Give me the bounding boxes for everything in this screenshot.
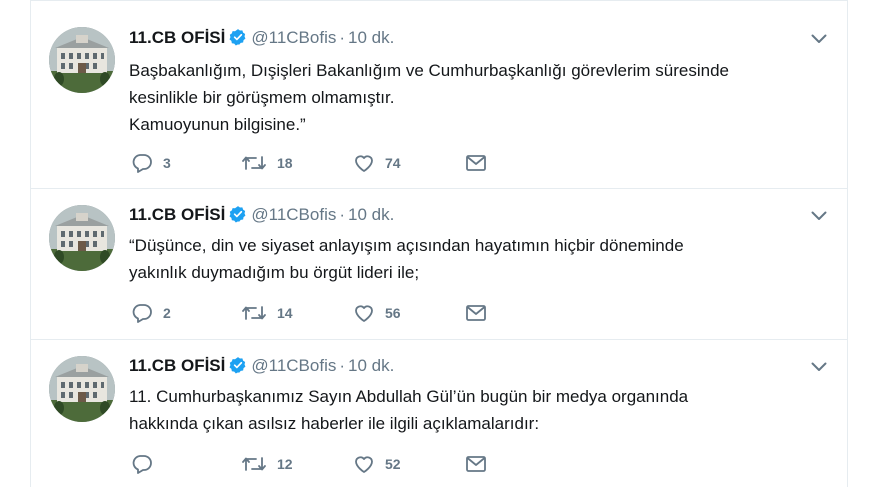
author-handle[interactable]: @11CBofis [251,356,336,375]
reply-button[interactable] [131,452,163,476]
verified-icon [229,205,247,229]
reply-icon [132,455,152,474]
separator: · [339,205,346,224]
tweet-header: 11.CB OFİSİ @11CBofis · 10 dk. [129,355,394,377]
tweet-text: 11. Cumhurbaşkanımız Sayın Abdullah Gül’… [129,383,829,437]
like-count: 56 [385,305,401,321]
tweet[interactable]: 11.CB OFİSİ @11CBofis · 10 dk. Başbakanlığı… [31,0,847,189]
timestamp[interactable]: 10 dk. [348,356,394,375]
building-avatar-icon [49,27,115,93]
tweet-header: 11.CB OFİSİ @11CBofis · 10 dk. [129,204,394,226]
direct-message-button[interactable] [465,452,487,476]
author-name[interactable]: 11.CB OFİSİ [129,205,225,224]
tweet[interactable]: 11.CB OFİSİ @11CBofis · 10 dk. “Düşünce, di… [31,189,847,340]
tweet-text-line: 11. Cumhurbaşkanımız Sayın Abdullah Gül’… [129,387,689,406]
timestamp[interactable]: 10 dk. [348,28,394,47]
tweet-text-line: Kamuoyunun bilgisine.” [129,115,306,134]
reply-button[interactable]: 2 [131,301,171,325]
author-handle[interactable]: @11CBofis [251,28,336,47]
chevron-down-icon[interactable] [811,31,827,49]
tweet-header: 11.CB OFİSİ @11CBofis · 10 dk. [129,27,394,49]
retweet-count: 14 [277,305,293,321]
tweet-text-line: yakınlık duymadığım bu örgüt lideri ile; [129,263,420,282]
author-handle[interactable]: @11CBofis [251,205,336,224]
tweet-text-line: hakkında çıkan asılsız haberler ile ilgi… [129,414,540,433]
chevron-down-icon[interactable] [811,359,827,377]
separator: · [339,28,346,47]
avatar[interactable] [49,27,115,93]
tweet-text: “Düşünce, din ve siyaset anlayışım açısı… [129,232,829,286]
reply-count: 2 [163,305,171,321]
direct-message-button[interactable] [465,301,487,325]
retweet-count: 12 [277,456,293,472]
retweet-button[interactable]: 14 [241,301,293,325]
chevron-down-icon[interactable] [811,208,827,226]
verified-icon [229,28,247,52]
tweet-text-line: Başbakanlığım, Dışişleri Bakanlığım ve C… [129,61,729,80]
direct-message-button[interactable] [465,151,487,175]
reply-icon [132,154,152,173]
separator: · [339,356,346,375]
building-avatar-icon [49,205,115,271]
reply-button[interactable]: 3 [131,151,171,175]
like-button[interactable]: 52 [353,452,401,476]
envelope-icon [466,456,486,472]
heart-icon [355,155,373,172]
retweet-count: 18 [277,155,293,171]
retweet-icon [242,306,266,320]
tweet-text: Başbakanlığım, Dışişleri Bakanlığım ve C… [129,57,829,138]
verified-icon [229,356,247,380]
like-button[interactable]: 74 [353,151,401,175]
reply-count: 3 [163,155,171,171]
like-count: 52 [385,456,401,472]
tweet-text-line: “Düşünce, din ve siyaset anlayışım açısı… [129,236,684,255]
avatar[interactable] [49,356,115,422]
like-count: 74 [385,155,401,171]
author-name[interactable]: 11.CB OFİSİ [129,356,225,375]
retweet-icon [242,457,266,471]
retweet-button[interactable]: 18 [241,151,293,175]
reply-icon [132,304,152,323]
retweet-icon [242,156,266,170]
envelope-icon [466,305,486,321]
retweet-button[interactable]: 12 [241,452,293,476]
timeline: 11.CB OFİSİ @11CBofis · 10 dk. Başbakanlığı… [30,0,848,487]
tweet[interactable]: 11.CB OFİSİ @11CBofis · 10 dk. 11. Cumhurba… [31,340,847,487]
avatar[interactable] [49,205,115,271]
timestamp[interactable]: 10 dk. [348,205,394,224]
heart-icon [355,305,373,322]
envelope-icon [466,155,486,171]
like-button[interactable]: 56 [353,301,401,325]
heart-icon [355,456,373,473]
building-avatar-icon [49,356,115,422]
author-name[interactable]: 11.CB OFİSİ [129,28,225,47]
tweet-text-line: kesinlikle bir görüşmem olmamıştır. [129,88,395,107]
